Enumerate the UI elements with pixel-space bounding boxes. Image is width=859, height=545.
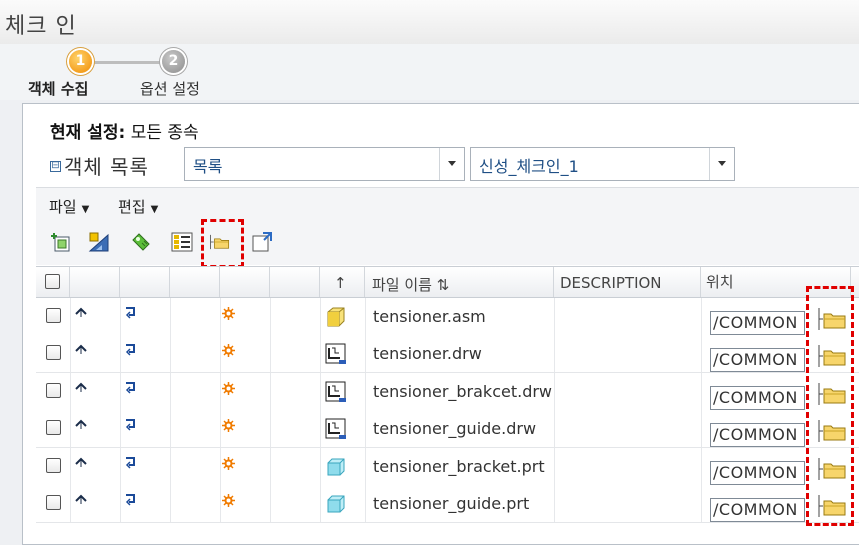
row-checkbox[interactable]: [46, 308, 61, 323]
folder-browse-icon[interactable]: [817, 307, 847, 331]
location-column-header[interactable]: 위치: [706, 271, 734, 292]
status-modified-icon: [75, 307, 87, 317]
current-setting: 현재 설정: 모든 종속: [50, 118, 199, 143]
toolbar: [36, 222, 859, 265]
step-1-indicator[interactable]: 1: [69, 50, 92, 73]
step-connector: [82, 61, 162, 64]
current-setting-label: 현재 설정:: [50, 123, 126, 143]
chevron-down-icon[interactable]: [439, 148, 464, 180]
folder-browse-icon[interactable]: [817, 382, 847, 406]
new-window-icon[interactable]: [251, 231, 273, 253]
collect-dependents-icon[interactable]: [130, 231, 152, 253]
wizard-steps: [0, 44, 859, 100]
step-1-label: 객체 수집: [28, 80, 89, 98]
location-value: /COMMON: [713, 350, 798, 369]
grid-columns-icon[interactable]: [171, 231, 193, 253]
folder-browse-icon[interactable]: [817, 344, 847, 368]
file-name[interactable]: tensioner_guide.drw: [373, 419, 536, 438]
config-select-value: 신성_체크인_1: [479, 157, 579, 176]
filename-column-header[interactable]: 파일 이름 ⇅: [372, 274, 449, 295]
add-object-icon[interactable]: [49, 231, 71, 253]
status-new-icon: [222, 494, 235, 507]
chevron-down-icon[interactable]: [709, 148, 734, 180]
status-workspace-icon: [125, 457, 135, 469]
location-value: /COMMON: [713, 500, 798, 519]
menu-edit-label: 편집: [118, 198, 146, 216]
location-field[interactable]: /COMMON: [710, 386, 805, 410]
status-workspace-icon: [125, 307, 135, 319]
file-name[interactable]: tensioner_brakcet.drw: [373, 382, 552, 401]
location-value: /COMMON: [713, 425, 798, 444]
description-column-header[interactable]: DESCRIPTION: [560, 274, 662, 292]
file-name[interactable]: tensioner_bracket.prt: [373, 457, 545, 476]
location-field[interactable]: /COMMON: [710, 348, 805, 372]
collapse-icon[interactable]: ⊟: [50, 161, 61, 172]
config-select[interactable]: 신성_체크인_1: [470, 147, 735, 181]
menu-edit[interactable]: 편집 ▼: [118, 196, 158, 217]
location-value: /COMMON: [713, 463, 798, 482]
title-bar: 체크 인: [0, 0, 859, 45]
status-modified-icon: [75, 382, 87, 392]
status-modified-icon: [75, 419, 87, 429]
menu-bar: 파일 ▼ 편집 ▼: [36, 187, 859, 222]
status-new-icon: [222, 419, 235, 432]
set-location-icon[interactable]: [88, 231, 110, 253]
chevron-down-icon: ▼: [81, 204, 90, 215]
view-select[interactable]: 목록: [184, 147, 465, 181]
drw-file-icon: [325, 381, 347, 407]
status-new-icon: [222, 344, 235, 357]
folder-tool-highlight: [201, 219, 244, 268]
row-checkbox[interactable]: [46, 495, 61, 510]
prt-file-icon: [325, 456, 347, 482]
step-2-label: 옵션 설정: [140, 80, 200, 98]
sort-column-header[interactable]: ↑: [334, 274, 347, 292]
status-new-icon: [222, 382, 235, 395]
row-checkbox[interactable]: [46, 383, 61, 398]
location-value: /COMMON: [713, 313, 798, 332]
file-name[interactable]: tensioner.asm: [373, 307, 486, 326]
current-setting-value: 모든 종속: [130, 123, 199, 143]
location-field[interactable]: /COMMON: [710, 423, 805, 447]
location-value: /COMMON: [713, 388, 798, 407]
window-title: 체크 인: [5, 14, 77, 39]
row-checkbox[interactable]: [46, 345, 61, 360]
status-new-icon: [222, 457, 235, 470]
menu-file-label: 파일: [49, 198, 77, 216]
file-name[interactable]: tensioner_guide.prt: [373, 494, 529, 513]
prt-file-icon: [325, 493, 347, 519]
status-modified-icon: [75, 494, 87, 504]
select-all-checkbox[interactable]: [45, 274, 60, 289]
folder-browse-icon[interactable]: [817, 494, 847, 518]
row-checkbox[interactable]: [46, 420, 61, 435]
drw-file-icon: [325, 418, 347, 444]
file-name[interactable]: tensioner.drw: [373, 344, 482, 363]
object-list-label: 객체 목록: [64, 155, 149, 179]
location-field[interactable]: /COMMON: [710, 311, 805, 335]
view-select-value: 목록: [193, 157, 223, 176]
status-new-icon: [222, 307, 235, 320]
status-workspace-icon: [125, 494, 135, 506]
status-modified-icon: [75, 344, 87, 354]
location-field[interactable]: /COMMON: [710, 498, 805, 522]
chevron-down-icon: ▼: [150, 204, 159, 215]
drw-file-icon: [325, 343, 347, 369]
location-field[interactable]: /COMMON: [710, 461, 805, 485]
folder-browse-icon[interactable]: [817, 419, 847, 443]
menu-file[interactable]: 파일 ▼: [49, 196, 89, 217]
asm-file-icon: [325, 306, 347, 332]
step-2-indicator[interactable]: 2: [162, 50, 185, 73]
status-workspace-icon: [125, 419, 135, 431]
folder-browse-icon[interactable]: [817, 457, 847, 481]
status-workspace-icon: [125, 382, 135, 394]
status-modified-icon: [75, 457, 87, 467]
status-workspace-icon: [125, 344, 135, 356]
row-checkbox[interactable]: [46, 458, 61, 473]
